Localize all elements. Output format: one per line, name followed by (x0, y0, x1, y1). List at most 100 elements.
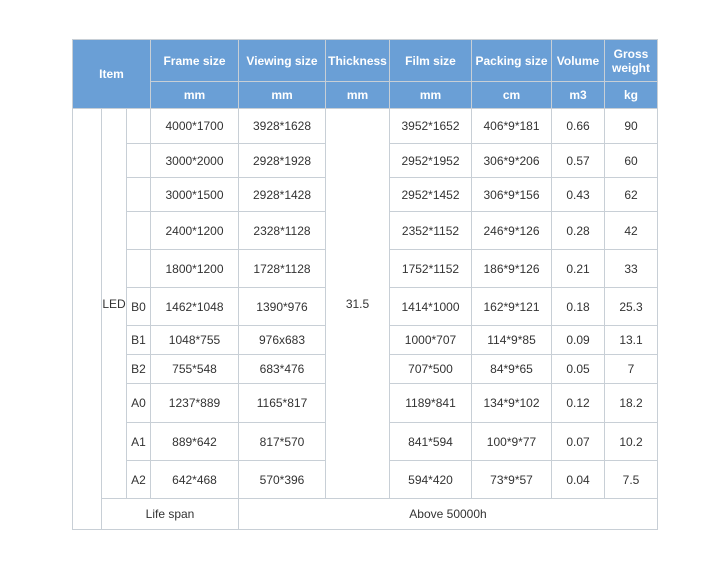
film-size-cell: 2952*1952 (389, 143, 472, 178)
packing-size-cell: 114*9*85 (471, 325, 552, 355)
unit-viewing: mm (238, 81, 326, 109)
col-gross-weight: Gross weight (604, 39, 658, 82)
weight-cell: 13.1 (604, 325, 658, 355)
frame-size-cell: 889*642 (150, 422, 239, 461)
weight-cell: 7.5 (604, 460, 658, 499)
film-size-cell: 1752*1152 (389, 249, 472, 288)
size-code (126, 211, 151, 250)
volume-cell: 0.28 (551, 211, 605, 250)
size-code: B0 (126, 287, 151, 326)
frame-size-cell: 1800*1200 (150, 249, 239, 288)
life-span-value: Above 50000h (238, 498, 658, 530)
film-size-cell: 594*420 (389, 460, 472, 499)
col-packing-size: Packing size (471, 39, 552, 82)
packing-size-cell: 406*9*181 (471, 108, 552, 144)
volume-cell: 0.57 (551, 143, 605, 178)
film-size-cell: 3952*1652 (389, 108, 472, 144)
weight-cell: 42 (604, 211, 658, 250)
frame-size-cell: 4000*1700 (150, 108, 239, 144)
packing-size-cell: 162*9*121 (471, 287, 552, 326)
unit-film: mm (389, 81, 472, 109)
packing-size-cell: 186*9*126 (471, 249, 552, 288)
unit-row: mm mm mm mm cm m3 kg (73, 81, 658, 109)
film-size-cell: 2352*1152 (389, 211, 472, 250)
thickness-cell: 31.5 (325, 108, 390, 499)
volume-cell: 0.04 (551, 460, 605, 499)
col-viewing-size: Viewing size (238, 39, 326, 82)
unit-thickness: mm (325, 81, 390, 109)
frame-size-cell: 642*468 (150, 460, 239, 499)
size-code: B2 (126, 354, 151, 384)
viewing-size-cell: 3928*1628 (238, 108, 326, 144)
weight-cell: 25.3 (604, 287, 658, 326)
film-size-cell: 841*594 (389, 422, 472, 461)
volume-cell: 0.21 (551, 249, 605, 288)
viewing-size-cell: 2328*1128 (238, 211, 326, 250)
packing-size-cell: 246*9*126 (471, 211, 552, 250)
col-frame-size: Frame size (150, 39, 239, 82)
category-led: LED (101, 108, 127, 499)
item-blank-cell (72, 108, 102, 530)
film-size-cell: 2952*1452 (389, 177, 472, 212)
weight-cell: 10.2 (604, 422, 658, 461)
viewing-size-cell: 683*476 (238, 354, 326, 384)
packing-size-cell: 73*9*57 (471, 460, 552, 499)
size-code (126, 108, 151, 144)
unit-frame: mm (150, 81, 239, 109)
frame-size-cell: 755*548 (150, 354, 239, 384)
weight-cell: 7 (604, 354, 658, 384)
unit-weight: kg (604, 81, 658, 109)
volume-cell: 0.18 (551, 287, 605, 326)
weight-cell: 90 (604, 108, 658, 144)
unit-volume: m3 (551, 81, 605, 109)
footer-row: Life span Above 50000h (73, 498, 658, 530)
packing-size-cell: 100*9*77 (471, 422, 552, 461)
frame-size-cell: 1048*755 (150, 325, 239, 355)
volume-cell: 0.12 (551, 383, 605, 423)
film-size-cell: 1189*841 (389, 383, 472, 423)
volume-cell: 0.07 (551, 422, 605, 461)
film-size-cell: 707*500 (389, 354, 472, 384)
packing-size-cell: 306*9*206 (471, 143, 552, 178)
viewing-size-cell: 1728*1128 (238, 249, 326, 288)
weight-cell: 18.2 (604, 383, 658, 423)
viewing-size-cell: 2928*1428 (238, 177, 326, 212)
size-code: A2 (126, 460, 151, 499)
life-span-label: Life span (101, 498, 239, 530)
viewing-size-cell: 1165*817 (238, 383, 326, 423)
size-code (126, 143, 151, 178)
frame-size-cell: 2400*1200 (150, 211, 239, 250)
packing-size-cell: 134*9*102 (471, 383, 552, 423)
spec-table: Item Frame size Viewing size Thickness F… (72, 39, 658, 530)
weight-cell: 62 (604, 177, 658, 212)
packing-size-cell: 306*9*156 (471, 177, 552, 212)
size-code (126, 249, 151, 288)
col-film-size: Film size (389, 39, 472, 82)
weight-cell: 33 (604, 249, 658, 288)
viewing-size-cell: 817*570 (238, 422, 326, 461)
item-header: Item (72, 39, 151, 109)
viewing-size-cell: 1390*976 (238, 287, 326, 326)
viewing-size-cell: 570*396 (238, 460, 326, 499)
size-code: A1 (126, 422, 151, 461)
volume-cell: 0.43 (551, 177, 605, 212)
size-code: A0 (126, 383, 151, 423)
table-row: LED 4000*1700 3928*1628 31.5 3952*1652 406*9*… (72, 108, 658, 530)
col-volume: Volume (551, 39, 605, 82)
volume-cell: 0.66 (551, 108, 605, 144)
film-size-cell: 1414*1000 (389, 287, 472, 326)
packing-size-cell: 84*9*65 (471, 354, 552, 384)
weight-cell: 60 (604, 143, 658, 178)
frame-size-cell: 1462*1048 (150, 287, 239, 326)
unit-packing: cm (471, 81, 552, 109)
frame-size-cell: 3000*2000 (150, 143, 239, 178)
film-size-cell: 1000*707 (389, 325, 472, 355)
viewing-size-cell: 2928*1928 (238, 143, 326, 178)
frame-size-cell: 3000*1500 (150, 177, 239, 212)
col-thickness: Thickness (325, 39, 390, 82)
header-row: Item Frame size Viewing size Thickness F… (72, 39, 658, 109)
volume-cell: 0.05 (551, 354, 605, 384)
volume-cell: 0.09 (551, 325, 605, 355)
size-code (126, 177, 151, 212)
viewing-size-cell: 976x683 (238, 325, 326, 355)
